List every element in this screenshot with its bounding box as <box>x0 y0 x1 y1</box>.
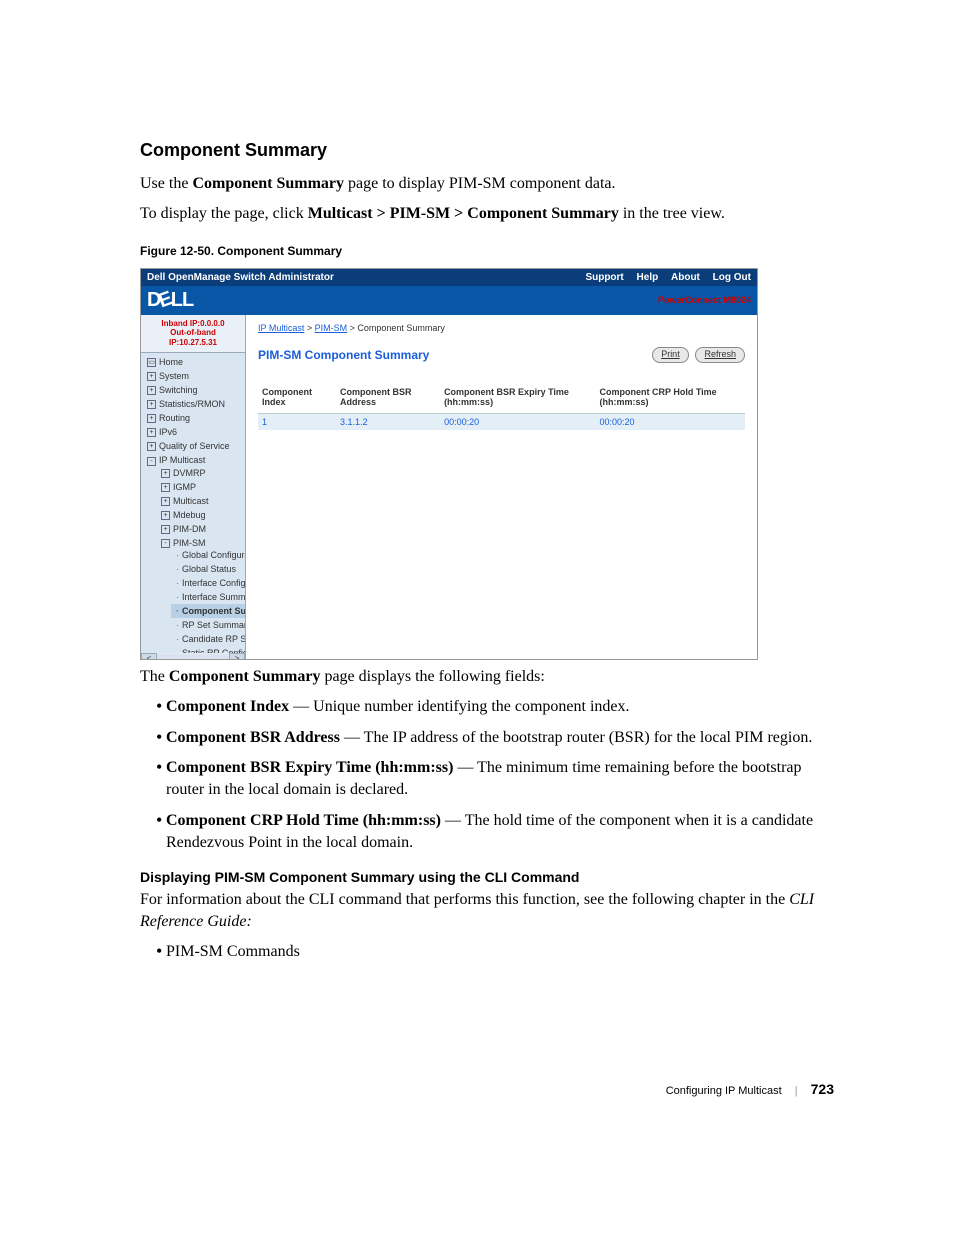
refresh-button[interactable]: Refresh <box>695 347 745 363</box>
col-index: Component Index <box>258 385 336 414</box>
crumb-ipmulticast[interactable]: IP Multicast <box>258 323 304 333</box>
cell-bsr-addr: 3.1.1.2 <box>336 413 440 430</box>
page-title: PIM-SM Component Summary <box>258 348 429 362</box>
plus-icon: + <box>161 483 170 492</box>
footer-chapter: Configuring IP Multicast <box>666 1085 782 1097</box>
dot-icon <box>175 606 182 616</box>
inband-ip: Inband IP:0.0.0.0 <box>145 319 241 329</box>
folder-icon: ▭ <box>147 358 156 367</box>
link-about[interactable]: About <box>671 272 700 283</box>
table-header-row: Component Index Component BSR Address Co… <box>258 385 745 414</box>
table-row: 1 3.1.1.2 00:00:20 00:00:20 <box>258 413 745 430</box>
brand-bar: DELL PowerConnect M8024 <box>141 286 757 315</box>
tree-switching[interactable]: +Switching <box>143 383 245 397</box>
tree-ipmulticast[interactable]: -IP Multicast +DVMRP +IGMP +Multicast +M… <box>143 453 245 659</box>
cell-crp-hold: 00:00:20 <box>595 413 745 430</box>
dot-icon <box>175 564 182 574</box>
tree-if-summary[interactable]: Interface Summary <box>171 590 245 604</box>
tree-qos[interactable]: +Quality of Service <box>143 439 245 453</box>
tree-ipv6[interactable]: +IPv6 <box>143 425 245 439</box>
tree-pimsm[interactable]: -PIM-SM Global Configuration Global Stat… <box>157 536 245 660</box>
link-help[interactable]: Help <box>637 272 659 283</box>
list-item: Component CRP Hold Time (hh:mm:ss) — The… <box>166 810 834 855</box>
plus-icon: + <box>147 400 156 409</box>
breadcrumb: IP Multicast > PIM-SM > Component Summar… <box>258 323 745 333</box>
tree-global-config[interactable]: Global Configuration <box>171 548 245 562</box>
print-button[interactable]: Print <box>652 347 689 363</box>
plus-icon: + <box>147 386 156 395</box>
plus-icon: + <box>147 442 156 451</box>
dot-icon <box>175 550 182 560</box>
figure-caption: Figure 12-50. Component Summary <box>140 244 834 258</box>
component-table: Component Index Component BSR Address Co… <box>258 385 745 430</box>
plus-icon: + <box>161 497 170 506</box>
scroll-track[interactable] <box>157 654 229 660</box>
tree-mdebug[interactable]: +Mdebug <box>157 508 245 522</box>
app-window: Dell OpenManage Switch Administrator Sup… <box>140 268 758 660</box>
app-title: Dell OpenManage Switch Administrator <box>147 272 334 283</box>
tree-component-summary[interactable]: Component Summa <box>171 604 245 618</box>
crumb-pimsm[interactable]: PIM-SM <box>315 323 348 333</box>
tree-dvmrp[interactable]: +DVMRP <box>157 466 245 480</box>
intro-line-2: To display the page, click Multicast > P… <box>140 203 834 225</box>
dot-icon <box>175 634 182 644</box>
subsection-title: Displaying PIM-SM Component Summary usin… <box>140 869 834 885</box>
tree-pimdm[interactable]: +PIM-DM <box>157 522 245 536</box>
list-item: Component BSR Expiry Time (hh:mm:ss) — T… <box>166 757 834 802</box>
post-figure-text: The Component Summary page displays the … <box>140 666 834 688</box>
col-crp-hold: Component CRP Hold Time (hh:mm:ss) <box>595 385 745 414</box>
tree-if-config[interactable]: Interface Configuration <box>171 576 245 590</box>
plus-icon: + <box>147 372 156 381</box>
minus-icon: - <box>147 457 156 466</box>
tree-multicast[interactable]: +Multicast <box>157 494 245 508</box>
plus-icon: + <box>161 469 170 478</box>
dell-logo: DELL <box>147 289 193 312</box>
link-support[interactable]: Support <box>585 272 623 283</box>
list-item: Component BSR Address — The IP address o… <box>166 727 834 749</box>
tree-candidate-rp[interactable]: Candidate RP Summ <box>171 632 245 646</box>
app-title-links: Support Help About Log Out <box>575 272 751 283</box>
col-bsr-addr: Component BSR Address <box>336 385 440 414</box>
product-name: PowerConnect M8024 <box>658 295 751 305</box>
dot-icon <box>175 620 182 630</box>
app-titlebar: Dell OpenManage Switch Administrator Sup… <box>141 269 757 286</box>
section-title: Component Summary <box>140 140 834 161</box>
content-area: IP Multicast > PIM-SM > Component Summar… <box>246 315 757 660</box>
tree-routing[interactable]: +Routing <box>143 411 245 425</box>
col-bsr-expiry: Component BSR Expiry Time (hh:mm:ss) <box>440 385 595 414</box>
footer-separator: | <box>795 1085 798 1097</box>
tree-home[interactable]: ▭Home <box>143 355 245 369</box>
plus-icon: + <box>147 414 156 423</box>
list-item: Component Index — Unique number identify… <box>166 696 834 718</box>
plus-icon: + <box>161 525 170 534</box>
tree-system[interactable]: +System <box>143 369 245 383</box>
nav-tree: ▭Home +System +Switching +Statistics/RMO… <box>143 355 245 660</box>
tree-global-status[interactable]: Global Status <box>171 562 245 576</box>
plus-icon: + <box>147 428 156 437</box>
page-footer: Configuring IP Multicast | 723 <box>666 1081 834 1097</box>
cell-bsr-expiry: 00:00:20 <box>440 413 595 430</box>
scroll-right-icon[interactable]: > <box>229 653 245 660</box>
oob-ip: Out-of-band IP:10.27.5.31 <box>145 328 241 347</box>
intro-line-1: Use the Component Summary page to displa… <box>140 173 834 195</box>
dot-icon <box>175 578 182 588</box>
list-item: PIM-SM Commands <box>166 941 834 963</box>
minus-icon: - <box>161 539 170 548</box>
page-number: 723 <box>811 1081 834 1097</box>
cli-text: For information about the CLI command th… <box>140 889 834 934</box>
cli-list: PIM-SM Commands <box>166 941 834 963</box>
sidebar: Inband IP:0.0.0.0 Out-of-band IP:10.27.5… <box>141 315 246 660</box>
crumb-current: Component Summary <box>357 323 445 333</box>
tree-igmp[interactable]: +IGMP <box>157 480 245 494</box>
ip-box: Inband IP:0.0.0.0 Out-of-band IP:10.27.5… <box>141 315 245 353</box>
field-list: Component Index — Unique number identify… <box>166 696 834 854</box>
sidebar-scrollbar[interactable]: < > <box>141 653 245 660</box>
scroll-left-icon[interactable]: < <box>141 653 157 660</box>
tree-rpset[interactable]: RP Set Summary <box>171 618 245 632</box>
cell-index: 1 <box>258 413 336 430</box>
tree-statistics[interactable]: +Statistics/RMON <box>143 397 245 411</box>
plus-icon: + <box>161 511 170 520</box>
dot-icon <box>175 592 182 602</box>
link-logout[interactable]: Log Out <box>713 272 751 283</box>
